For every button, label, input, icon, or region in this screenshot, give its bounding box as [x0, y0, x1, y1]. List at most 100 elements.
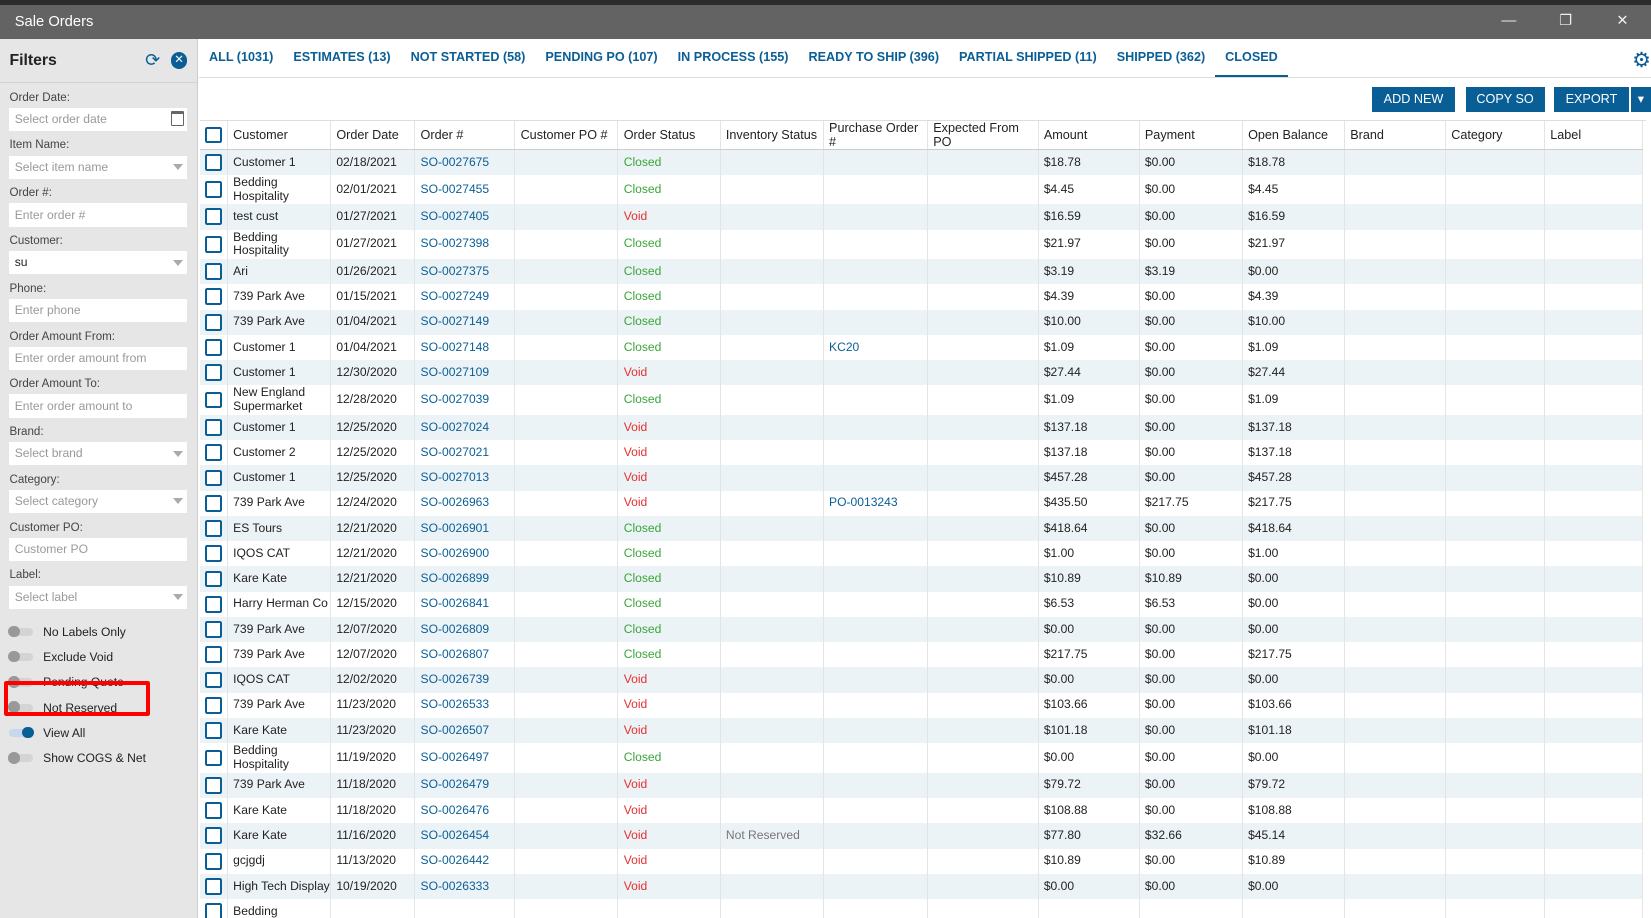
- cell-order[interactable]: SO-0026900: [414, 541, 516, 567]
- checkbox[interactable]: [205, 646, 223, 664]
- checkbox[interactable]: [205, 364, 223, 382]
- toggle-row[interactable]: Show COGS & Net: [0, 746, 197, 771]
- row-checkbox[interactable]: [200, 848, 228, 874]
- filter-input[interactable]: Select category: [9, 490, 188, 514]
- checkbox[interactable]: [205, 153, 223, 171]
- cell-order[interactable]: SO-0026899: [414, 566, 516, 592]
- table-row[interactable]: 739 Park Ave 12/07/2020 SO-0026807 Closed $2…: [200, 642, 1643, 668]
- checkbox[interactable]: [205, 181, 223, 198]
- calendar-icon[interactable]: [170, 110, 185, 126]
- table-row[interactable]: New England Supermarket 12/28/2020 SO-0027…: [200, 385, 1643, 415]
- row-checkbox[interactable]: [200, 717, 228, 744]
- filter-input[interactable]: Select item name: [9, 155, 188, 179]
- row-checkbox[interactable]: [200, 642, 228, 668]
- add-new-button[interactable]: ADD NEW: [1371, 87, 1456, 112]
- tab[interactable]: CLOSED: [1215, 38, 1288, 78]
- cell-order[interactable]: SO-0027013: [414, 465, 516, 491]
- cell-order[interactable]: SO-0026333: [414, 873, 516, 900]
- cell-order[interactable]: SO-0027148: [414, 334, 516, 361]
- row-checkbox[interactable]: [200, 541, 228, 567]
- tab[interactable]: NOT STARTED (58): [401, 38, 536, 77]
- checkbox[interactable]: [205, 469, 223, 487]
- cell-order[interactable]: SO-0027109: [414, 360, 516, 386]
- row-checkbox[interactable]: [200, 743, 228, 773]
- cell-order[interactable]: SO-0026442: [414, 848, 516, 874]
- toggle-row[interactable]: No Labels Only: [0, 619, 197, 644]
- cell-order[interactable]: SO-0026507: [414, 717, 516, 744]
- refresh-icon[interactable]: ⟳: [145, 50, 160, 71]
- export-button[interactable]: EXPORT: [1554, 87, 1629, 112]
- row-checkbox[interactable]: [200, 797, 228, 824]
- row-checkbox[interactable]: [200, 873, 228, 900]
- table-row[interactable]: Bedding Hospitality 11/19/2020 SO-0026497 C…: [200, 743, 1643, 773]
- tab[interactable]: ESTIMATES (13): [283, 38, 400, 77]
- row-checkbox[interactable]: [200, 229, 228, 259]
- table-row[interactable]: Customer 1 12/25/2020 SO-0027024 Void $137.1…: [200, 414, 1643, 441]
- tab[interactable]: PENDING PO (107): [535, 38, 667, 77]
- select-all-checkbox[interactable]: [200, 121, 228, 151]
- column-header[interactable]: Brand: [1344, 121, 1447, 151]
- row-checkbox[interactable]: [200, 899, 228, 918]
- table-row[interactable]: Harry Herman Co 12/15/2020 SO-0026841 Close…: [200, 591, 1643, 617]
- table-row[interactable]: IQOS CAT 12/02/2020 SO-0026739 Void $0.00 $0.…: [200, 667, 1643, 693]
- row-checkbox[interactable]: [200, 334, 228, 361]
- tab[interactable]: IN PROCESS (155): [668, 38, 799, 77]
- checkbox[interactable]: [205, 903, 223, 918]
- filter-input[interactable]: Enter phone: [9, 298, 188, 323]
- cell-order[interactable]: SO-0026841: [414, 591, 516, 617]
- cell-order[interactable]: SO-0026901: [414, 515, 516, 542]
- table-row[interactable]: test cust 01/27/2021 SO-0027405 Void $16.59 $…: [200, 204, 1643, 230]
- column-header[interactable]: Expected From PO: [927, 121, 1039, 151]
- filter-input[interactable]: Enter order amount from: [9, 346, 188, 370]
- cell-order[interactable]: SO-0026479: [414, 772, 516, 798]
- checkbox[interactable]: [205, 595, 223, 613]
- cell-order[interactable]: SO-0027039: [414, 385, 516, 415]
- checkbox[interactable]: [205, 545, 223, 563]
- column-header[interactable]: Payment: [1139, 121, 1243, 151]
- row-checkbox[interactable]: [200, 258, 228, 285]
- cell-purchase-order[interactable]: PO-0013243: [823, 490, 929, 516]
- row-checkbox[interactable]: [200, 414, 228, 441]
- tab[interactable]: SHIPPED (362): [1107, 38, 1215, 77]
- checkbox[interactable]: [205, 235, 223, 253]
- checkbox[interactable]: [205, 696, 223, 714]
- checkbox[interactable]: [205, 671, 223, 689]
- table-row[interactable]: Kare Kate 12/21/2020 SO-0026899 Closed $10.8…: [200, 566, 1643, 592]
- table-row[interactable]: IQOS CAT 12/21/2020 SO-0026900 Closed $1.00 $…: [200, 541, 1643, 567]
- export-dropdown-button[interactable]: ▾: [1630, 87, 1651, 112]
- cell-order[interactable]: SO-0026454: [414, 823, 516, 849]
- cell-order[interactable]: SO-0026739: [414, 667, 516, 693]
- cell-order[interactable]: SO-0026807: [414, 642, 516, 668]
- cell-order[interactable]: SO-0027021: [414, 440, 516, 466]
- restore-button[interactable]: ❐: [1537, 5, 1594, 39]
- checkbox[interactable]: [205, 444, 223, 462]
- table-row[interactable]: Customer 2 12/25/2020 SO-0027021 Void $137.1…: [200, 440, 1643, 466]
- cell-order[interactable]: SO-0026809: [414, 616, 516, 643]
- minimize-button[interactable]: —: [1480, 5, 1537, 39]
- table-row[interactable]: 739 Park Ave 12/07/2020 SO-0026809 Closed $0…: [200, 616, 1643, 643]
- checkbox[interactable]: [205, 418, 223, 436]
- checkbox[interactable]: [205, 827, 223, 845]
- column-header[interactable]: Amount: [1038, 121, 1140, 151]
- table-row[interactable]: 739 Park Ave 11/18/2020 SO-0026479 Void $79.…: [200, 772, 1643, 798]
- table-row[interactable]: 739 Park Ave 01/15/2021 SO-0027249 Closed $4…: [200, 284, 1643, 310]
- cell-order[interactable]: SO-0027249: [414, 284, 516, 310]
- checkbox[interactable]: [205, 877, 223, 895]
- cell-order[interactable]: SO-0027405: [414, 204, 516, 230]
- row-checkbox[interactable]: [200, 465, 228, 491]
- checkbox[interactable]: [205, 520, 223, 537]
- table-row[interactable]: Kare Kate 11/23/2020 SO-0026507 Void $101.18…: [200, 717, 1643, 744]
- toggle-row[interactable]: Exclude Void: [0, 645, 197, 670]
- column-header[interactable]: Order Date: [330, 121, 416, 151]
- column-header[interactable]: Open Balance: [1242, 121, 1345, 151]
- checkbox[interactable]: [205, 722, 223, 740]
- checkbox[interactable]: [205, 288, 223, 306]
- filter-input[interactable]: Enter order #: [9, 203, 188, 227]
- checkbox[interactable]: [205, 776, 223, 794]
- checkbox[interactable]: [205, 208, 223, 226]
- row-checkbox[interactable]: [200, 667, 228, 693]
- toggle-row[interactable]: View All: [0, 720, 197, 745]
- row-checkbox[interactable]: [200, 772, 228, 798]
- row-checkbox[interactable]: [200, 284, 228, 310]
- table-row[interactable]: Customer 1 12/30/2020 SO-0027109 Void $27.44…: [200, 360, 1643, 386]
